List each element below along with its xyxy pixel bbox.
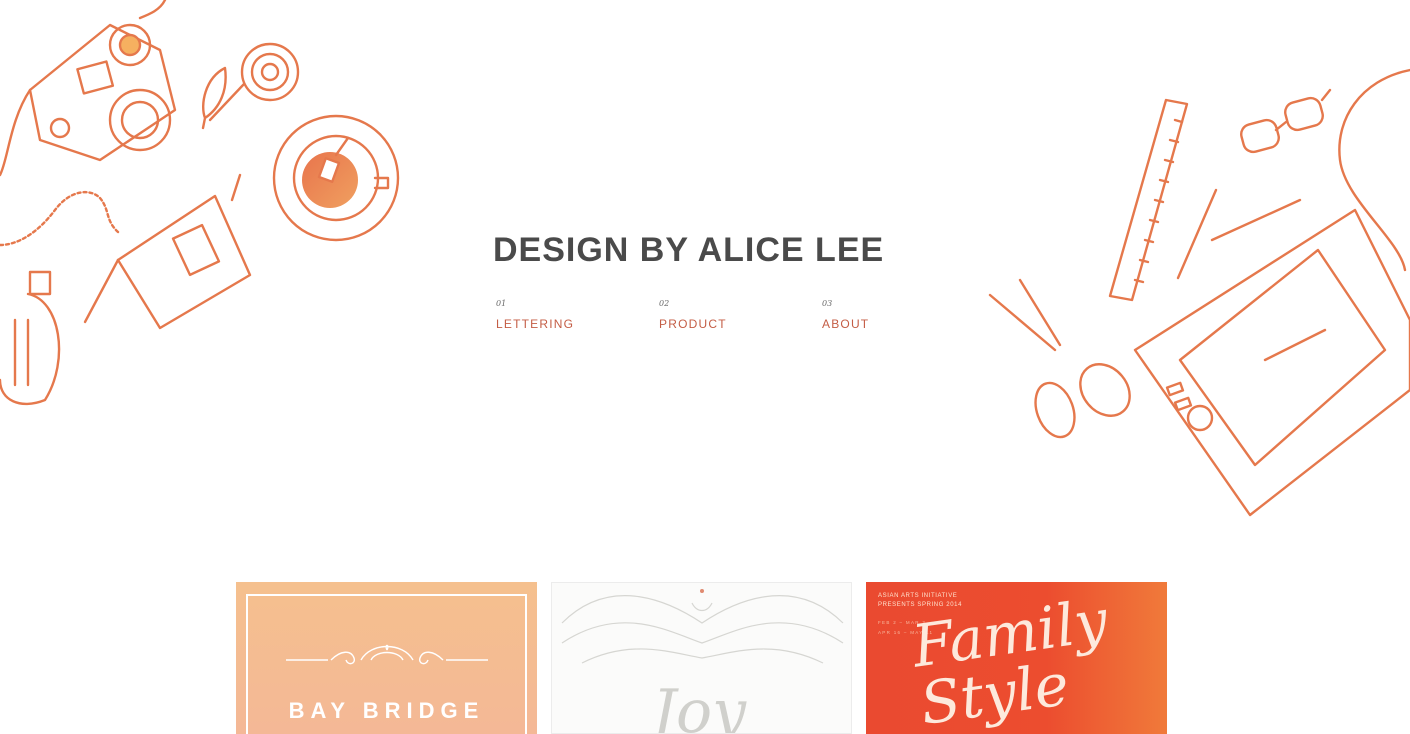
nav-item-lettering[interactable]: 01 LETTERING [496, 299, 574, 331]
teacup-icon [272, 114, 400, 242]
pencil-icon [1176, 188, 1302, 280]
lightbulb-icon [0, 270, 61, 406]
nav-item-label: LETTERING [496, 317, 575, 331]
necklace-icon [0, 190, 120, 247]
glasses-icon [1240, 88, 1332, 154]
ruler-icon [1108, 98, 1189, 302]
camera-icon [0, 0, 177, 177]
nav-item-number: 01 [496, 299, 507, 308]
leaf-icon [201, 66, 227, 130]
joy-script-title: Joy [652, 677, 747, 734]
illustration-right [988, 68, 1410, 517]
nav-item-number: 03 [822, 299, 833, 308]
nav-item-product[interactable]: 02 PRODUCT [659, 299, 727, 331]
notebook-icon [83, 173, 252, 330]
tablet-icon [1133, 208, 1410, 517]
nav-item-label: PRODUCT [659, 317, 727, 331]
portfolio-item-family-style[interactable]: ASIAN ARTS INITIATIVE PRESENTS SPRING 20… [866, 582, 1167, 734]
illustration-left [0, 0, 400, 406]
site-title: DESIGN BY ALICE LEE [493, 231, 885, 269]
bay-bridge-title: BAY BRIDGE [288, 698, 485, 723]
main-nav: 01 LETTERING 02 PRODUCT 03 ABOUT [496, 299, 896, 339]
nav-item-label: ABOUT [822, 317, 870, 331]
family-style-script-title: Family Style [908, 585, 1112, 734]
portfolio-item-joy[interactable]: Joy [551, 582, 852, 734]
flower-icon [208, 42, 300, 122]
nav-item-about[interactable]: 03 ABOUT [822, 299, 869, 331]
scissors-icon [988, 278, 1131, 439]
nav-item-number: 02 [659, 299, 670, 308]
portfolio-item-bay-bridge[interactable]: BAY BRIDGE [236, 582, 537, 734]
